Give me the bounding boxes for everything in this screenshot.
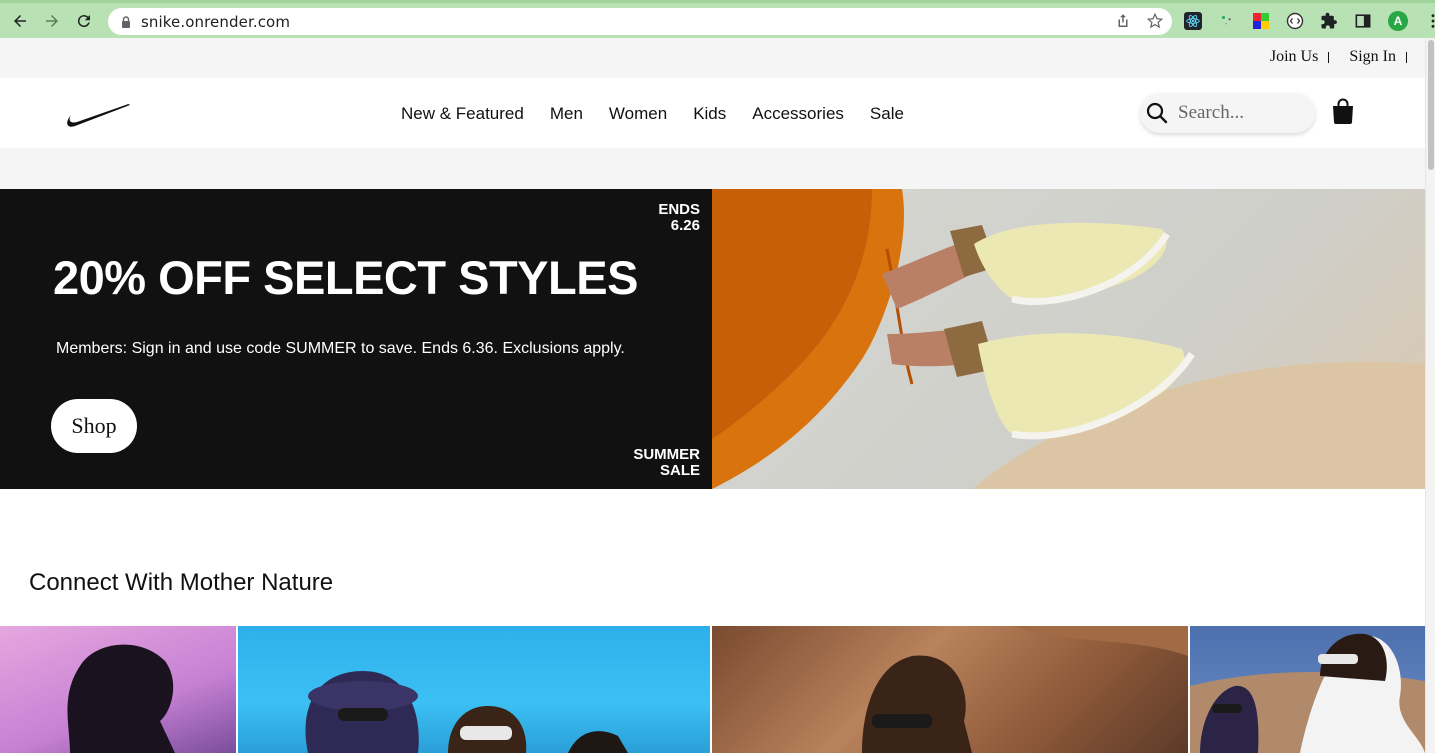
join-us-link[interactable]: Join Us	[1270, 48, 1318, 66]
reload-button[interactable]	[73, 10, 95, 32]
hero-subtitle: Members: Sign in and use code SUMMER to …	[56, 340, 625, 357]
scrollbar-thumb[interactable]	[1428, 40, 1434, 170]
nav-item-men[interactable]: Men	[550, 104, 583, 124]
search-box[interactable]	[1140, 93, 1315, 133]
color-extension-icon[interactable]	[1252, 12, 1270, 30]
hero-banner: ENDS 6.26 20% OFF SELECT STYLES Members:…	[0, 189, 1425, 489]
code-extension-icon[interactable]	[1286, 12, 1304, 30]
grid-image-tile[interactable]	[238, 626, 710, 753]
forward-button[interactable]	[41, 10, 63, 32]
product-grid	[0, 626, 1425, 753]
divider	[1328, 51, 1330, 63]
sign-in-link[interactable]: Sign In	[1349, 48, 1396, 66]
nav-item-new-featured[interactable]: New & Featured	[401, 104, 524, 124]
utility-bar: Join Us Sign In	[0, 38, 1425, 78]
star-icon[interactable]	[1146, 12, 1164, 30]
site-header: New & Featured Men Women Kids Accessorie…	[0, 78, 1425, 148]
banner-spacer	[0, 148, 1425, 189]
arrow-left-icon	[14, 14, 26, 27]
search-input[interactable]	[1178, 102, 1308, 124]
main-nav: New & Featured Men Women Kids Accessorie…	[401, 104, 930, 124]
page: Join Us Sign In New & Featured Men Women…	[0, 38, 1425, 753]
grid-image-tile[interactable]	[1190, 626, 1425, 753]
lock-icon	[122, 15, 130, 28]
address-bar[interactable]: snike.onrender.com	[108, 8, 1172, 35]
shopping-bag-icon[interactable]	[1331, 98, 1355, 124]
section-title: Connect With Mother Nature	[29, 569, 334, 596]
profile-avatar[interactable]: A	[1388, 11, 1408, 31]
nav-item-women[interactable]: Women	[609, 104, 667, 124]
shop-button[interactable]: Shop	[51, 399, 137, 453]
nav-item-accessories[interactable]: Accessories	[752, 104, 844, 124]
page-scrollbar[interactable]	[1425, 38, 1435, 753]
arrow-right-icon	[46, 14, 58, 27]
hero-image	[712, 189, 1425, 489]
hero-promo-panel: ENDS 6.26 20% OFF SELECT STYLES Members:…	[0, 189, 712, 489]
search-icon[interactable]	[1145, 101, 1169, 125]
share-icon[interactable]	[1114, 12, 1132, 30]
extension-dots-icon[interactable]	[1218, 12, 1236, 30]
browser-toolbar: snike.onrender.com A	[0, 0, 1435, 38]
grid-image-tile[interactable]	[0, 626, 236, 753]
puzzle-icon[interactable]	[1320, 12, 1338, 30]
summer-sale-label: SUMMER SALE	[633, 446, 700, 479]
grid-image-tile[interactable]	[712, 626, 1188, 753]
hero-title: 20% OFF SELECT STYLES	[53, 251, 638, 304]
reload-icon	[77, 14, 90, 27]
back-button[interactable]	[9, 10, 31, 32]
divider	[1406, 51, 1407, 63]
nav-item-kids[interactable]: Kids	[693, 104, 726, 124]
more-menu-icon[interactable]	[1424, 12, 1435, 30]
side-panel-icon[interactable]	[1354, 12, 1372, 30]
nike-swoosh-logo[interactable]	[63, 102, 131, 128]
ends-date-label: ENDS 6.26	[658, 201, 700, 234]
react-devtools-icon[interactable]	[1184, 12, 1202, 30]
url-text: snike.onrender.com	[141, 12, 291, 31]
nav-item-sale[interactable]: Sale	[870, 104, 904, 124]
